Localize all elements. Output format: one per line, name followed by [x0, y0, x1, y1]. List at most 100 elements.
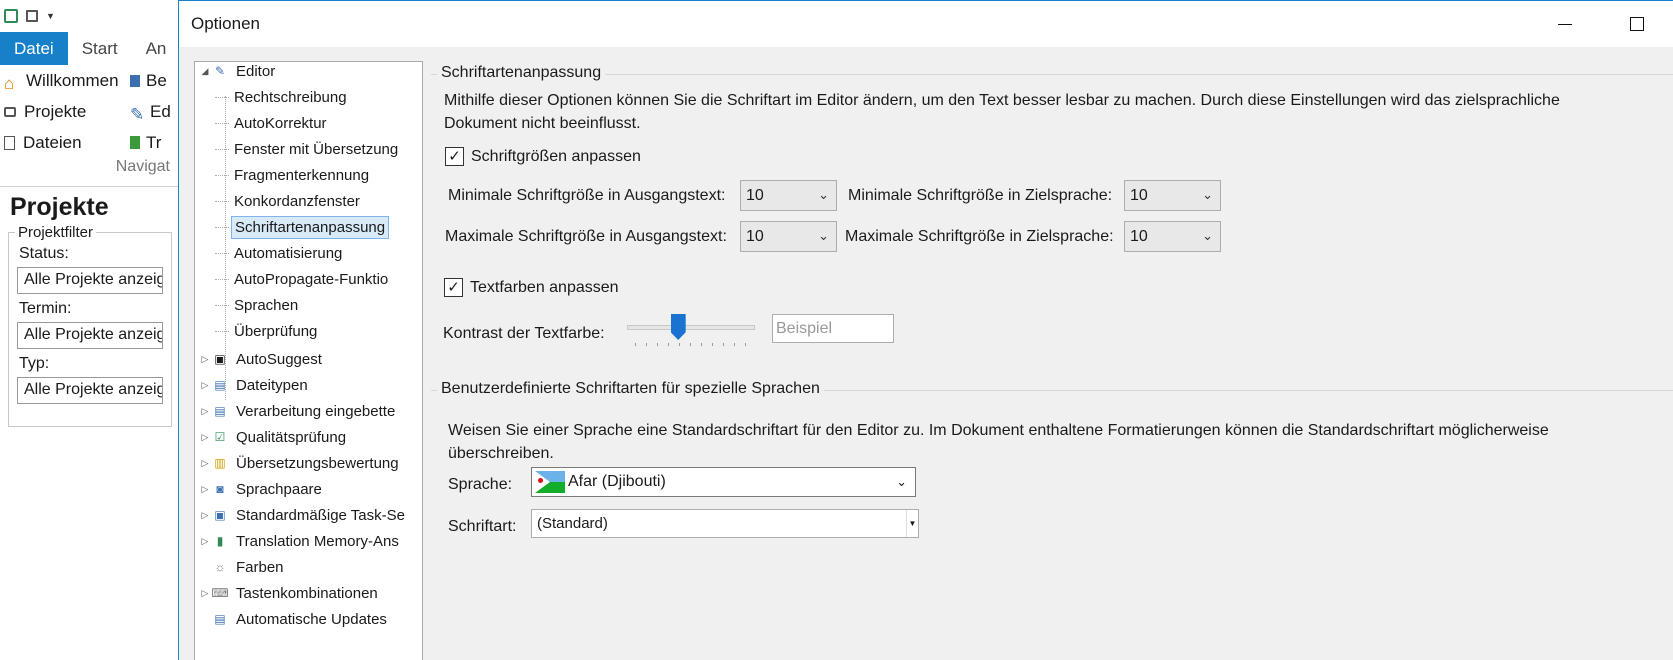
tab-partial[interactable]: An [132, 32, 181, 65]
max-target-label: Maximale Schriftgröße in Zielsprache: [845, 228, 1114, 245]
collapse-arrow-icon[interactable]: ◢ [199, 66, 211, 77]
minimize-button[interactable] [1529, 1, 1601, 47]
nav-files[interactable]: Dateien Tr [0, 127, 180, 158]
minimize-icon [1558, 23, 1572, 25]
language-pairs-icon: ◙ [216, 482, 224, 496]
tree-item-tm[interactable]: ▷ ▮ Translation Memory-Ans [199, 528, 402, 554]
expand-arrow-icon[interactable]: ▷ [199, 354, 211, 365]
tab-file[interactable]: Datei [0, 32, 68, 65]
min-target-label: Minimale Schriftgröße in Zielsprache: [848, 187, 1113, 204]
sample-text-box: Beispiel [772, 314, 894, 343]
projects-icon [4, 106, 16, 117]
tree-item-child[interactable]: Sprachen [215, 292, 301, 318]
tree-item-filetypes[interactable]: ▷ ▤ Dateitypen [199, 372, 311, 398]
tree-item-qa[interactable]: ▷ ☑ Qualitätsprüfung [199, 424, 349, 450]
ribbon-tabs: Datei Start An [0, 32, 180, 65]
expand-arrow-icon[interactable]: ▷ [199, 510, 211, 521]
language-select[interactable]: Afar (Djibouti) ⌄ [531, 467, 916, 497]
type-select[interactable]: Alle Projekte anzeigen [17, 377, 163, 404]
tree-item-colors[interactable]: ☼ Farben [199, 554, 287, 580]
nav-group-label: Navigat [115, 158, 170, 175]
adjust-sizes-checkbox[interactable]: ✓ Schriftgrößen anpassen [445, 147, 641, 166]
tasks-icon: ▣ [214, 508, 226, 522]
filter-legend: Projektfilter [15, 224, 97, 241]
tree-item-embedded[interactable]: ▷ ▤ Verarbeitung eingebette [199, 398, 398, 424]
tree-item-updates[interactable]: ▤ Automatische Updates [199, 606, 390, 632]
min-target-select[interactable]: 10 ⌄ [1124, 180, 1221, 211]
expand-arrow-icon[interactable]: ▷ [199, 406, 211, 417]
tree-item-editor[interactable]: ◢ ✎ Editor [199, 62, 278, 84]
options-tree[interactable]: ◢ ✎ Editor Rechtschreibung AutoKorrektur… [194, 61, 423, 660]
background-app: ▼ Datei Start An ⌂ Willkommen Be Projekte… [0, 0, 180, 660]
type-label: Typ: [19, 355, 50, 372]
tree-item-langpairs[interactable]: ▷ ◙ Sprachpaare [199, 476, 325, 502]
slider-ticks [635, 343, 753, 346]
tree-item-child[interactable]: Automatisierung [215, 240, 345, 266]
min-source-label: Minimale Schriftgröße in Ausgangstext: [448, 187, 726, 204]
tree-item-autosuggest[interactable]: ▷ ▣ AutoSuggest [199, 346, 325, 372]
status-select[interactable]: Alle Projekte anzeigen [17, 267, 163, 294]
tm-icon [130, 136, 140, 149]
filetypes-icon: ▤ [214, 378, 226, 392]
rating-icon: ▥ [214, 456, 226, 470]
tree-item-child[interactable]: AutoKorrektur [215, 110, 330, 136]
customize-dropdown-icon[interactable]: ▼ [46, 11, 55, 21]
section-description: Weisen Sie einer Sprache eine Standardsc… [448, 422, 1549, 462]
font-value: (Standard) [537, 515, 608, 532]
contrast-slider-track[interactable] [627, 325, 755, 330]
section-legend: Benutzerdefinierte Schriftarten für spez… [437, 380, 824, 398]
tree-item-selected[interactable]: Schriftartenanpassung [215, 214, 390, 240]
home-icon: ⌂ [4, 73, 15, 93]
checkbox-box[interactable]: ✓ [445, 147, 464, 166]
nav-welcome-label: Willkommen [26, 70, 119, 90]
dialog-title: Optionen [191, 14, 260, 33]
min-source-select[interactable]: 10 ⌄ [740, 180, 837, 211]
pencil-icon: ✎ [130, 104, 145, 124]
tree-item-shortcuts[interactable]: ▷ ⌨ Tastenkombinationen [199, 580, 381, 606]
expand-arrow-icon[interactable]: ▷ [199, 536, 211, 547]
checkbox-box[interactable]: ✓ [444, 278, 463, 297]
deadline-label: Termin: [19, 300, 72, 317]
maximize-button[interactable] [1601, 1, 1673, 47]
contrast-label: Kontrast der Textfarbe: [443, 325, 605, 342]
file-icon [4, 135, 15, 150]
language-label: Sprache: [448, 476, 513, 493]
tree-item-child[interactable]: AutoPropagate-Funktio [215, 266, 391, 292]
expand-arrow-icon[interactable]: ▷ [199, 588, 211, 599]
dropdown-arrow-icon[interactable]: ▼ [906, 510, 918, 537]
max-source-select[interactable]: 10 ⌄ [740, 221, 837, 252]
dialog-titlebar[interactable]: Optionen [179, 1, 1673, 47]
palette-icon: ☼ [214, 560, 226, 574]
adjust-colors-checkbox[interactable]: ✓ Textfarben anpassen [444, 278, 619, 297]
checkbox-label: Schriftgrößen anpassen [471, 147, 641, 165]
expand-arrow-icon[interactable]: ▷ [199, 380, 211, 391]
tree-item-rating[interactable]: ▷ ▥ Übersetzungsbewertung [199, 450, 402, 476]
tab-start[interactable]: Start [68, 32, 132, 65]
expand-arrow-icon[interactable]: ▷ [199, 458, 211, 469]
quick-access-toolbar: ▼ [0, 0, 180, 32]
expand-arrow-icon[interactable]: ▷ [199, 432, 211, 443]
tree-label: Editor [236, 62, 276, 80]
tree-item-child[interactable]: Rechtschreibung [215, 84, 350, 110]
project-filter: Projektfilter Status: Alle Projekte anze… [8, 224, 172, 427]
tree-item-child[interactable]: Fragmenterkennung [215, 162, 372, 188]
nav-welcome[interactable]: ⌂ Willkommen Be [0, 65, 180, 96]
save-icon[interactable] [26, 10, 38, 22]
font-select[interactable]: (Standard) ▼ [531, 509, 919, 538]
expand-arrow-icon[interactable]: ▷ [199, 484, 211, 495]
chevron-down-icon: ⌄ [1202, 187, 1213, 202]
pencil-icon: ✎ [214, 64, 226, 78]
max-target-select[interactable]: 10 ⌄ [1124, 221, 1221, 252]
nav-second-label: Be [146, 70, 167, 90]
language-value: Afar (Djibouti) [568, 473, 666, 490]
font-label: Schriftart: [448, 518, 517, 535]
tree-item-tasks[interactable]: ▷ ▣ Standardmäßige Task-Se [199, 502, 408, 528]
deadline-select[interactable]: Alle Projekte anzeigen [17, 322, 163, 349]
chevron-down-icon: ⌄ [818, 228, 829, 243]
tree-item-child[interactable]: Überprüfung [215, 318, 320, 344]
tree-item-child[interactable]: Konkordanzfenster [215, 188, 363, 214]
nav-projects[interactable]: Projekte ✎ Ed [0, 96, 180, 127]
projects-panel: Projekte Projektfilter Status: Alle Proj… [0, 187, 180, 433]
tree-item-child[interactable]: Fenster mit Übersetzung [215, 136, 401, 162]
section-legend: Schriftartenanpassung [437, 64, 606, 82]
